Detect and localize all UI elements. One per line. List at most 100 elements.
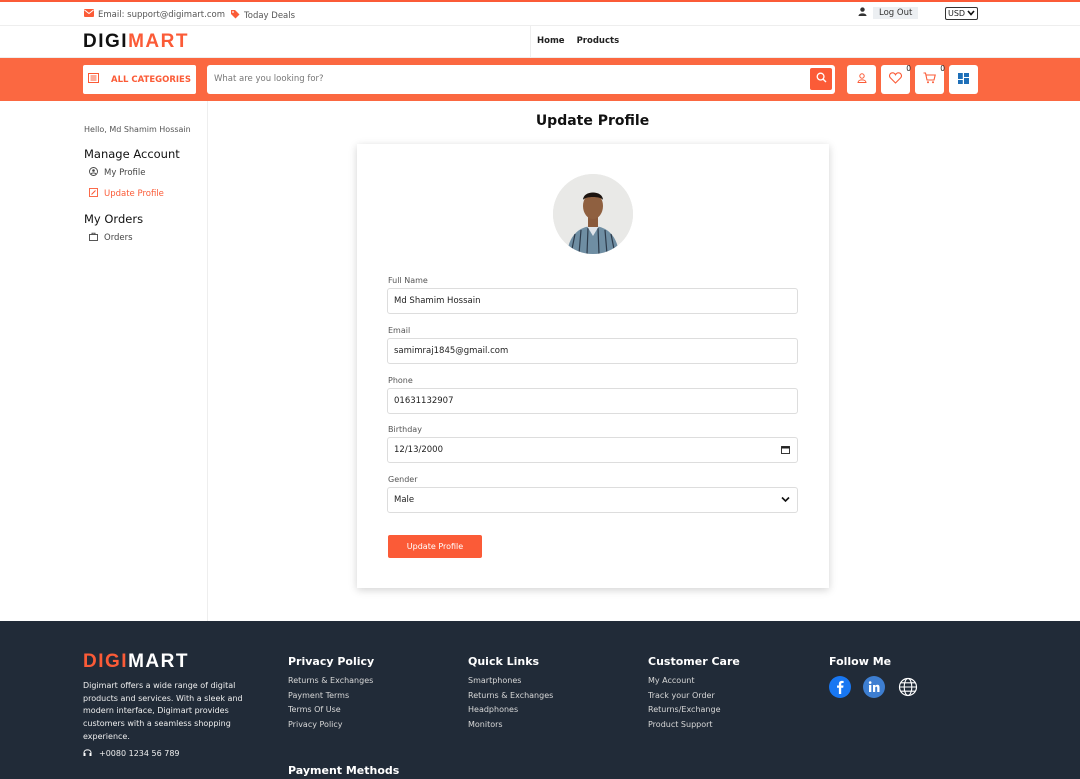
support-email[interactable]: Email: support@digimart.com xyxy=(84,9,225,20)
full-name-label: Full Name xyxy=(388,276,428,285)
email-label: Email xyxy=(388,326,411,335)
grid-list-icon xyxy=(88,73,99,86)
today-deals-text: Today Deals xyxy=(244,10,296,21)
footer-link[interactable]: My Account xyxy=(648,674,740,689)
footer-logo-part-1: DIGI xyxy=(83,651,129,672)
footer-phone: +0080 1234 56 789 xyxy=(83,748,180,759)
site-logo[interactable]: DIGIMART xyxy=(83,31,189,53)
today-deals-link[interactable]: Today Deals xyxy=(230,9,295,22)
footer-link[interactable]: Returns/Exchange xyxy=(648,703,740,718)
search-button[interactable] xyxy=(810,68,832,90)
support-email-text: Email: support@digimart.com xyxy=(98,9,225,20)
sidebar-item-my-profile[interactable]: My Profile xyxy=(89,167,146,179)
globe-icon[interactable] xyxy=(897,676,919,701)
my-profile-label: My Profile xyxy=(104,168,146,178)
quick-links-heading: Quick Links xyxy=(468,655,540,668)
nav-home[interactable]: Home xyxy=(537,36,565,46)
footer: DIGIMART Digimart offers a wide range of… xyxy=(0,621,1080,779)
logo-part-2: MART xyxy=(128,31,189,52)
linkedin-icon[interactable] xyxy=(863,676,885,701)
cart-icon xyxy=(923,72,936,87)
footer-logo[interactable]: DIGIMART xyxy=(83,651,189,673)
my-orders-heading: My Orders xyxy=(84,212,144,226)
all-categories-label: ALL CATEGORIES xyxy=(111,74,191,85)
footer-link[interactable]: Returns & Exchanges xyxy=(288,674,374,689)
currency-select[interactable]: USD xyxy=(945,7,979,20)
search-bar: ALL CATEGORIES What are you looking for?… xyxy=(0,58,1080,101)
payment-methods-heading: Payment Methods xyxy=(288,764,400,777)
gender-label: Gender xyxy=(388,475,418,484)
customer-care-heading: Customer Care xyxy=(648,655,740,668)
headset-icon xyxy=(83,748,92,759)
nav-divider xyxy=(530,26,531,58)
profile-form-card: Full Name Md Shamim Hossain Email samimr… xyxy=(357,144,829,588)
wishlist-button[interactable]: 0 xyxy=(881,64,911,94)
chevron-down-icon xyxy=(967,8,975,19)
social-links xyxy=(829,676,919,701)
footer-description: Digimart offers a wide range of digital … xyxy=(83,681,243,741)
footer-link[interactable]: Terms Of Use xyxy=(288,703,374,718)
search-input[interactable]: What are you looking for? xyxy=(214,74,324,84)
main-nav: Home Products xyxy=(537,36,619,46)
bag-icon xyxy=(89,232,98,244)
search-field[interactable]: What are you looking for? xyxy=(207,65,835,94)
sidebar-item-orders[interactable]: Orders xyxy=(89,232,133,244)
calendar-icon[interactable] xyxy=(781,438,790,462)
footer-phone-number: +0080 1234 56 789 xyxy=(99,749,180,758)
search-icon xyxy=(816,72,827,86)
tag-icon xyxy=(230,9,240,22)
user-circle-icon xyxy=(89,167,98,179)
follow-heading: Follow Me xyxy=(829,655,892,668)
info-bar: Email: support@digimart.com Today Deals … xyxy=(0,2,1080,26)
footer-link[interactable]: Returns & Exchanges xyxy=(468,689,553,704)
footer-link[interactable]: Monitors xyxy=(468,718,553,733)
footer-link[interactable]: Payment Terms xyxy=(288,689,374,704)
header: DIGIMART Home Products xyxy=(0,26,1080,58)
avatar[interactable] xyxy=(553,174,633,254)
footer-link[interactable]: Smartphones xyxy=(468,674,553,689)
mail-icon xyxy=(84,9,94,20)
footer-quick-links-column: Quick Links Smartphones Returns & Exchan… xyxy=(468,655,553,732)
orders-label: Orders xyxy=(104,233,133,243)
page-title: Update Profile xyxy=(535,113,650,129)
full-name-field[interactable]: Md Shamim Hossain xyxy=(387,288,798,314)
footer-link[interactable]: Product Support xyxy=(648,718,740,733)
manage-account-heading: Manage Account xyxy=(84,147,180,161)
heart-icon xyxy=(889,72,902,87)
nav-products[interactable]: Products xyxy=(577,36,620,46)
sidebar-item-update-profile[interactable]: Update Profile xyxy=(89,188,164,200)
update-profile-label: Update Profile xyxy=(104,189,164,199)
phone-field[interactable]: 01631132907 xyxy=(387,388,798,414)
birthday-label: Birthday xyxy=(388,425,422,434)
footer-follow-column: Follow Me xyxy=(829,655,891,674)
dashboard-button[interactable] xyxy=(949,65,978,94)
logout-button[interactable]: Log Out xyxy=(858,7,919,19)
birthday-value: 12/13/2000 xyxy=(394,445,443,455)
footer-link[interactable]: Track your Order xyxy=(648,689,740,704)
account-sidebar: Hello, Md Shamim Hossain Manage Account … xyxy=(0,101,208,621)
all-categories-button[interactable]: ALL CATEGORIES xyxy=(83,65,196,94)
phone-label: Phone xyxy=(388,376,413,385)
user-icon xyxy=(858,7,867,19)
facebook-icon[interactable] xyxy=(829,676,851,701)
birthday-field[interactable]: 12/13/2000 xyxy=(387,437,798,463)
greeting: Hello, Md Shamim Hossain xyxy=(84,125,191,134)
update-profile-button[interactable]: Update Profile xyxy=(388,535,482,558)
account-button[interactable] xyxy=(847,65,876,94)
footer-customer-care-column: Customer Care My Account Track your Orde… xyxy=(648,655,740,732)
chevron-down-icon xyxy=(781,488,790,512)
footer-privacy-column: Privacy Policy Returns & Exchanges Payme… xyxy=(288,655,374,732)
user-icon xyxy=(856,73,867,86)
dashboard-icon xyxy=(958,72,969,87)
gender-value: Male xyxy=(394,495,415,505)
gender-select[interactable]: Male xyxy=(387,487,798,513)
cart-button[interactable]: 0 xyxy=(915,64,945,94)
footer-link[interactable]: Privacy Policy xyxy=(288,718,374,733)
edit-icon xyxy=(89,188,98,200)
privacy-heading: Privacy Policy xyxy=(288,655,375,668)
footer-logo-part-2: MART xyxy=(128,651,189,672)
footer-link[interactable]: Headphones xyxy=(468,703,553,718)
wishlist-count: 0 xyxy=(906,64,911,73)
email-field[interactable]: samimraj1845@gmail.com xyxy=(387,338,798,364)
logo-part-1: DIGI xyxy=(83,31,129,52)
